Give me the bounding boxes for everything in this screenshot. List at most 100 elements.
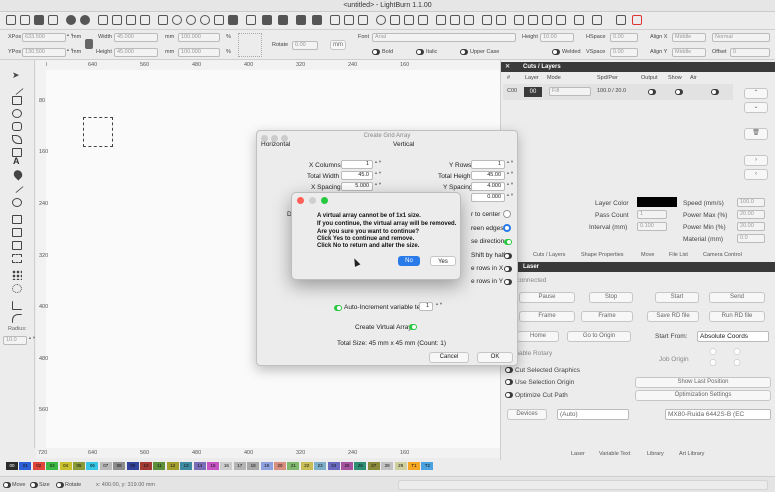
palette-swatch[interactable]: 24 xyxy=(327,462,340,470)
boolean-union-icon[interactable] xyxy=(12,228,22,237)
upper-case-toggle[interactable] xyxy=(460,49,468,55)
align-top-icon[interactable] xyxy=(436,15,446,25)
palette-swatch[interactable]: 16 xyxy=(220,462,233,470)
measure-tool-icon[interactable] xyxy=(10,179,24,194)
cut-selected-toggle[interactable] xyxy=(505,367,513,373)
grid-array-icon[interactable] xyxy=(12,270,22,280)
tab-shape-properties[interactable]: Shape Properties xyxy=(581,252,624,258)
align-center-icon[interactable] xyxy=(404,15,414,25)
palette-swatch[interactable]: 05 xyxy=(73,462,85,470)
palette-swatch[interactable]: 20 xyxy=(274,462,286,470)
next-button[interactable]: › xyxy=(744,155,768,166)
move-together-icon[interactable] xyxy=(514,15,524,25)
palette-swatch[interactable]: 02 xyxy=(32,462,45,470)
no-button[interactable]: No xyxy=(398,256,420,266)
shift-toggle[interactable] xyxy=(504,253,512,259)
corner-tool-icon[interactable] xyxy=(12,301,22,310)
tab-file-list[interactable]: File List xyxy=(669,252,688,258)
palette-swatch[interactable]: 17 xyxy=(233,462,246,470)
total-height-stepper[interactable]: ▲▼ xyxy=(506,171,514,180)
palette-swatch[interactable]: 06 xyxy=(86,462,99,470)
save-icon[interactable] xyxy=(34,15,44,25)
palette-swatch[interactable]: T2 xyxy=(421,462,434,470)
palette-swatch[interactable]: 13 xyxy=(180,462,193,470)
width-field[interactable]: 45.000 xyxy=(114,33,158,42)
xpos-stepper[interactable]: ▲▼ xyxy=(66,33,74,42)
send-button[interactable]: Send xyxy=(709,292,765,303)
material-field[interactable]: 0.0 xyxy=(737,234,765,243)
align-bottom-icon[interactable] xyxy=(464,15,474,25)
rotate-field[interactable]: 0.00 xyxy=(292,41,318,50)
vspace-field[interactable]: 0.00 xyxy=(610,48,638,57)
tab-move[interactable]: Move xyxy=(641,252,654,258)
palette-swatch[interactable]: 15 xyxy=(207,462,219,470)
total-width-stepper[interactable]: ▲▼ xyxy=(374,171,382,180)
select-tool-icon[interactable]: ➤ xyxy=(12,70,20,81)
cancel-button[interactable]: Cancel xyxy=(429,352,469,363)
xpos-field[interactable]: 633.500 xyxy=(22,33,66,42)
use-selection-origin-toggle[interactable] xyxy=(505,379,513,385)
user-icon[interactable] xyxy=(312,15,322,25)
zoom-fit-icon[interactable] xyxy=(200,15,210,25)
space-v-icon[interactable] xyxy=(556,15,566,25)
align-y-select[interactable]: Middle xyxy=(672,48,706,57)
hspace-field[interactable]: 0.00 xyxy=(610,33,638,42)
delete-icon[interactable] xyxy=(140,15,150,25)
anchor-grid[interactable] xyxy=(238,33,262,57)
palette-swatch[interactable]: 25 xyxy=(341,462,353,470)
prev-button[interactable]: ‹ xyxy=(744,169,768,180)
speed-field[interactable]: 100.0 xyxy=(737,198,765,207)
dock-icon[interactable] xyxy=(528,15,538,25)
distribute-v-icon[interactable] xyxy=(496,15,506,25)
palette-swatch[interactable]: 29 xyxy=(394,462,407,470)
direction-toggle[interactable] xyxy=(504,239,512,245)
new-file-icon[interactable] xyxy=(6,15,16,25)
palette-swatch[interactable]: 19 xyxy=(260,462,273,470)
palette-swatch[interactable]: 07 xyxy=(99,462,112,470)
y-rows-field[interactable]: 1 xyxy=(471,160,505,169)
radius-field[interactable]: 10.0 xyxy=(3,336,27,345)
flip-horizontal-icon[interactable] xyxy=(330,15,340,25)
palette-swatch[interactable]: 03 xyxy=(46,462,59,470)
palette-swatch[interactable]: 26 xyxy=(354,462,367,470)
palette-swatch[interactable]: 00 xyxy=(6,462,18,470)
mode-select[interactable]: Fill xyxy=(549,87,591,96)
bold-toggle[interactable] xyxy=(372,49,380,55)
polygon-tool-icon[interactable] xyxy=(12,122,22,131)
close-light[interactable] xyxy=(297,197,304,204)
align-left-icon[interactable] xyxy=(390,15,400,25)
create-virtual-toggle[interactable] xyxy=(409,324,417,330)
distribute-h-icon[interactable] xyxy=(482,15,492,25)
close-icon[interactable]: ✕ xyxy=(505,63,513,71)
pause-button[interactable]: Pause xyxy=(519,292,575,303)
monitor-icon[interactable] xyxy=(246,15,256,25)
minimize-light[interactable] xyxy=(309,197,316,204)
y-offset-stepper[interactable]: ▲▼ xyxy=(506,193,514,202)
output-toggle[interactable] xyxy=(648,89,656,95)
tab-cuts-layers[interactable]: Cuts / Layers xyxy=(533,252,565,258)
origin-icon[interactable] xyxy=(616,15,626,25)
palette-swatch[interactable]: 11 xyxy=(153,462,166,470)
stop-button[interactable]: Stop xyxy=(589,292,633,303)
y-spacing-stepper[interactable]: ▲▼ xyxy=(506,182,514,191)
palette-swatch[interactable]: T1 xyxy=(408,462,420,470)
zoom-page-icon[interactable] xyxy=(214,15,224,25)
palette-swatch[interactable]: 08 xyxy=(113,462,126,470)
ypos-stepper[interactable]: ▲▼ xyxy=(66,48,74,57)
export-icon[interactable] xyxy=(80,15,90,25)
palette-swatch[interactable]: 27 xyxy=(367,462,380,470)
start-button[interactable]: Start xyxy=(655,292,699,303)
rows-x-toggle[interactable] xyxy=(504,266,512,272)
welded-toggle[interactable] xyxy=(552,49,560,55)
port-select[interactable]: (Auto) xyxy=(557,409,629,420)
paste-icon[interactable] xyxy=(126,15,136,25)
x-columns-field[interactable]: 1 xyxy=(341,160,373,169)
save-rd-button[interactable]: Save RD file xyxy=(647,311,699,322)
ok-button[interactable]: OK xyxy=(477,352,513,363)
offset-shapes-icon[interactable] xyxy=(12,198,22,207)
lock-icon[interactable] xyxy=(85,39,93,49)
palette-swatch[interactable]: 10 xyxy=(140,462,152,470)
settings-icon[interactable] xyxy=(262,15,272,25)
boolean-subtract-icon[interactable] xyxy=(12,241,22,250)
text-tool-icon[interactable]: A xyxy=(13,156,20,166)
